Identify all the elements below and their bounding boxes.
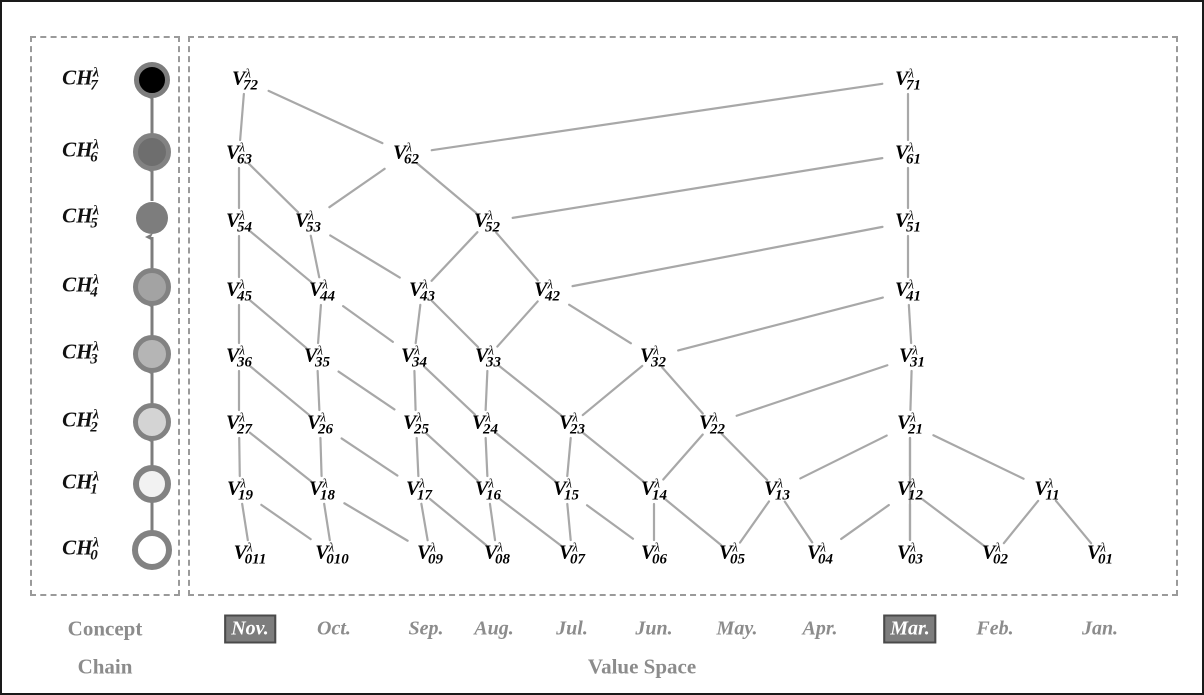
value-node-v25: Vλ25 [403, 409, 429, 438]
concept-chain-node-ch3 [133, 335, 171, 373]
value-node-v22: Vλ22 [699, 409, 725, 438]
value-node-v15: Vλ15 [553, 475, 579, 504]
concept-chain-label-ch5: CHλ5 [62, 203, 100, 232]
value-node-v011: Vλ011 [233, 539, 267, 568]
month-label-may[interactable]: May. [712, 617, 763, 642]
value-node-v71: Vλ71 [895, 65, 921, 94]
value-space-panel [188, 36, 1178, 596]
value-node-v19: Vλ19 [227, 475, 253, 504]
value-node-v44: Vλ44 [309, 276, 335, 305]
value-node-v51: Vλ51 [895, 207, 921, 236]
value-node-v32: Vλ32 [640, 342, 666, 371]
value-node-v45: Vλ45 [226, 276, 252, 305]
value-node-v43: Vλ43 [409, 276, 435, 305]
value-node-v41: Vλ41 [895, 276, 921, 305]
month-label-sep[interactable]: Sep. [404, 617, 449, 642]
value-node-v63: Vλ63 [226, 139, 252, 168]
value-node-v62: Vλ62 [393, 139, 419, 168]
month-label-nov[interactable]: Nov. [224, 614, 276, 644]
concept-chain-label-ch0: CHλ0 [62, 535, 100, 564]
concept-chain-caption-line1: Concept [67, 616, 143, 641]
value-node-v03: Vλ03 [897, 539, 923, 568]
concept-chain-label-ch3: CHλ3 [62, 339, 100, 368]
concept-chain-panel [30, 36, 180, 596]
concept-chain-caption-line2: Chain [77, 654, 133, 679]
value-node-v34: Vλ34 [401, 342, 427, 371]
figure-canvas: CHλ7 CHλ6 CHλ5 CHλ4 CHλ3 CHλ2 CHλ1 CHλ0 Vλ72 Vλ7… [0, 0, 1204, 695]
value-node-v31: Vλ31 [899, 342, 925, 371]
value-node-v54: Vλ54 [226, 207, 252, 236]
month-label-jun[interactable]: Jun. [630, 617, 677, 642]
value-node-v36: Vλ36 [226, 342, 252, 371]
concept-chain-node-ch5 [136, 202, 168, 234]
value-node-v21: Vλ21 [897, 409, 923, 438]
value-node-v05: Vλ05 [719, 539, 745, 568]
concept-chain-label-ch7: CHλ7 [62, 65, 100, 94]
concept-chain-node-ch1 [133, 465, 171, 503]
month-label-feb[interactable]: Feb. [971, 617, 1018, 642]
month-label-jan[interactable]: Jan. [1077, 617, 1123, 642]
value-node-v04: Vλ04 [807, 539, 833, 568]
month-label-mar[interactable]: Mar. [883, 614, 937, 644]
value-node-v01: Vλ01 [1087, 539, 1113, 568]
value-space-caption: Value Space [587, 654, 697, 679]
value-node-v53: Vλ53 [295, 207, 321, 236]
value-node-v61: Vλ61 [895, 139, 921, 168]
month-label-jul[interactable]: Jul. [551, 617, 593, 642]
value-node-v35: Vλ35 [304, 342, 330, 371]
value-node-v08: Vλ08 [484, 539, 510, 568]
value-node-v12: Vλ12 [897, 475, 923, 504]
concept-chain-label-ch1: CHλ1 [62, 469, 100, 498]
value-node-v23: Vλ23 [559, 409, 585, 438]
concept-chain-node-ch0 [132, 530, 172, 570]
value-node-v42: Vλ42 [534, 276, 560, 305]
month-label-aug[interactable]: Aug. [469, 617, 518, 642]
value-node-v52: Vλ52 [474, 207, 500, 236]
concept-chain-node-ch2 [133, 403, 171, 441]
value-node-v26: Vλ26 [307, 409, 333, 438]
value-node-v18: Vλ18 [309, 475, 335, 504]
value-node-v11: Vλ11 [1034, 475, 1060, 504]
concept-chain-label-ch6: CHλ6 [62, 137, 100, 166]
value-node-v02: Vλ02 [982, 539, 1008, 568]
value-node-v010: Vλ010 [315, 539, 349, 568]
value-node-v06: Vλ06 [641, 539, 667, 568]
value-node-v09: Vλ09 [417, 539, 443, 568]
value-node-v24: Vλ24 [472, 409, 498, 438]
concept-chain-node-ch6 [133, 133, 171, 171]
concept-chain-node-ch7 [134, 62, 170, 98]
concept-chain-label-ch2: CHλ2 [62, 407, 100, 436]
value-node-v13: Vλ13 [764, 475, 790, 504]
value-node-v07: Vλ07 [559, 539, 585, 568]
value-node-v27: Vλ27 [226, 409, 252, 438]
value-node-v14: Vλ14 [641, 475, 667, 504]
month-label-apr[interactable]: Apr. [797, 617, 842, 642]
concept-chain-node-ch4 [133, 268, 171, 306]
value-node-v16: Vλ16 [475, 475, 501, 504]
value-node-v33: Vλ33 [475, 342, 501, 371]
month-label-oct[interactable]: Oct. [312, 617, 356, 642]
value-node-v17: Vλ17 [406, 475, 432, 504]
concept-chain-label-ch4: CHλ4 [62, 272, 100, 301]
value-node-v72: Vλ72 [232, 65, 258, 94]
